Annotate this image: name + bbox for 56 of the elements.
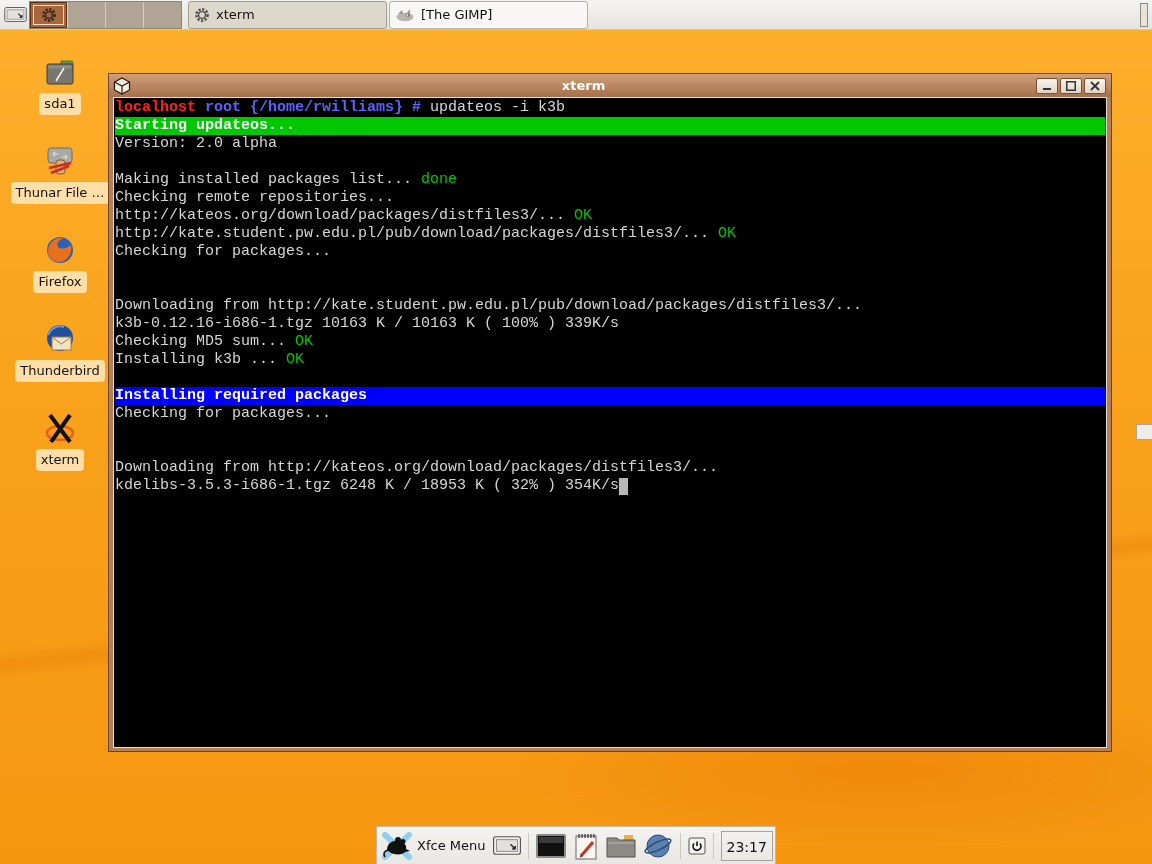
status-text: OK <box>718 225 737 243</box>
terminal-text: Checking MD5 sum... <box>115 333 287 351</box>
hostname-text: localhost <box>115 99 196 117</box>
desktop-icon-label[interactable]: sda1 <box>39 93 81 115</box>
prompt-text: root {/home/rwilliams} # <box>205 99 422 117</box>
desktop-icon-label[interactable]: Thunderbird <box>15 360 105 382</box>
desktop-icon-label[interactable]: xterm <box>35 449 85 471</box>
power-icon[interactable] <box>687 836 706 855</box>
taskbar-button[interactable]: xterm <box>188 0 387 29</box>
maximize-button[interactable] <box>1060 77 1082 94</box>
animal-icon <box>395 7 415 22</box>
status-banner: Installing required packages <box>115 387 1105 405</box>
notepad-icon[interactable] <box>572 831 599 860</box>
terminal-text: http://kate.student.pw.edu.pl/pub/download/packages/distfiles3/... <box>115 225 710 243</box>
terminal-text: Checking remote repositories... <box>115 189 395 207</box>
maximize-icon <box>1066 80 1076 91</box>
gear-icon <box>40 6 57 23</box>
taskbar-button[interactable]: [The GIMP] <box>389 0 588 29</box>
drawer-scroll-icon[interactable] <box>44 145 76 177</box>
panel-handle[interactable] <box>1136 424 1152 440</box>
window-icon[interactable] <box>4 7 27 22</box>
terminal-text: kdelibs-3.5.3-i686-1.tgz 6248 K / 18953 K ( 32% ) 354K/s <box>115 477 620 495</box>
minimize-icon <box>1043 87 1051 90</box>
workspace-button[interactable] <box>30 1 67 28</box>
mouse-icon <box>381 831 414 860</box>
terminal-text: Downloading from http://kateos.org/download/packages/distfiles3/... <box>115 459 719 477</box>
status-text: OK <box>286 351 305 369</box>
status-text: done <box>421 171 458 189</box>
terminal-icon[interactable] <box>535 833 566 858</box>
fox-globe-icon[interactable] <box>44 234 76 266</box>
window-icon[interactable] <box>492 836 521 855</box>
terminal-text: http://kateos.org/download/packages/distfiles3/... <box>115 207 566 225</box>
terminal-text: Installing k3b ... <box>115 351 278 369</box>
minimize-button[interactable] <box>1036 77 1058 94</box>
terminal-text: Version: 2.0 alpha <box>115 135 278 153</box>
gear-icon <box>194 6 210 23</box>
close-icon <box>1090 80 1100 91</box>
window-title: xterm <box>561 78 606 93</box>
status-text: OK <box>574 207 593 225</box>
terminal-text: Making installed packages list... <box>115 171 413 189</box>
status-banner: Starting updateos... <box>115 117 1105 135</box>
folder-icon[interactable] <box>605 833 636 858</box>
desktop-icon-label[interactable]: Thunar File … <box>10 182 110 204</box>
clock: 23:17 <box>720 830 773 861</box>
menu-button[interactable]: Xfce Menu <box>381 831 486 860</box>
status-text: OK <box>295 333 314 351</box>
terminal-text: Downloading from http://kate.student.pw.edu.pl/pub/download/packages/distfiles3/... <box>115 297 863 315</box>
panel-handle[interactable] <box>1140 2 1148 27</box>
terminal-text: updateos -i k3b <box>430 99 566 117</box>
terminal-text: Checking for packages... <box>115 243 332 261</box>
terminal-text: k3b-0.12.16-i686-1.tgz 10163 K / 10163 K ( 100% ) 339K/s <box>115 315 620 333</box>
close-button[interactable] <box>1084 77 1106 94</box>
x-letter-icon[interactable] <box>44 412 76 444</box>
cube-icon[interactable] <box>113 76 131 95</box>
terminal-text: Checking for packages... <box>115 405 332 423</box>
desktop-icon-label[interactable]: Firefox <box>33 271 87 293</box>
